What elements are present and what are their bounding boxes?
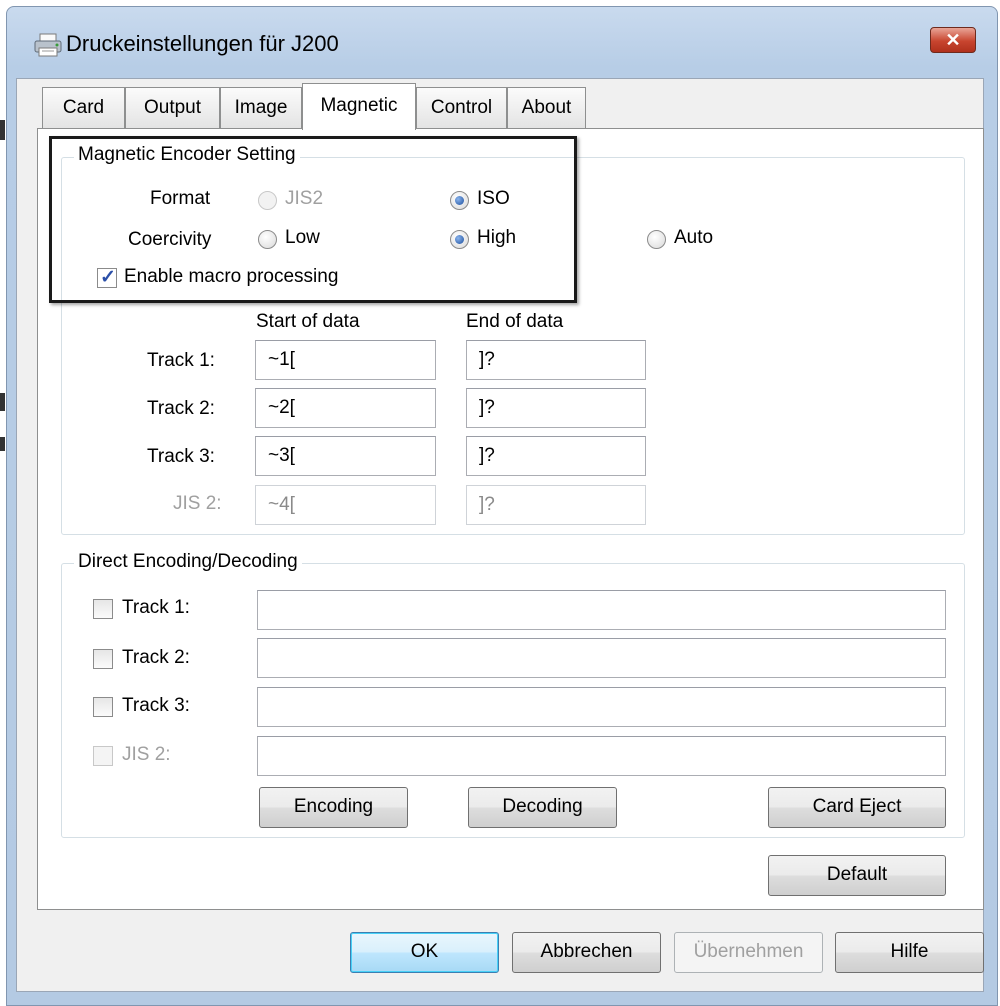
coercivity-auto-radio[interactable] [647, 230, 666, 249]
help-button[interactable]: Hilfe [835, 932, 984, 973]
tab-about[interactable]: About [507, 87, 586, 129]
direct-track2-checkbox[interactable] [93, 649, 113, 669]
direct-jis2-input[interactable] [257, 736, 946, 776]
direct-track1-input[interactable] [257, 590, 946, 630]
apply-button[interactable]: Übernehmen [674, 932, 823, 973]
track1-start-input[interactable]: ~1[ [255, 340, 436, 380]
direct-track1-checkbox[interactable] [93, 599, 113, 619]
direct-encoding-legend: Direct Encoding/Decoding [74, 551, 302, 573]
tab-control[interactable]: Control [416, 87, 507, 129]
track1-label: Track 1: [147, 350, 215, 371]
track2-end-input[interactable]: ]? [466, 388, 646, 428]
track3-label: Track 3: [147, 446, 215, 467]
direct-track3-checkbox[interactable] [93, 697, 113, 717]
jis2-label: JIS 2: [173, 493, 222, 514]
tab-card[interactable]: Card [42, 87, 125, 129]
track2-label: Track 2: [147, 398, 215, 419]
direct-track3-label: Track 3: [122, 695, 190, 716]
card-eject-button[interactable]: Card Eject [768, 787, 946, 828]
jis2-end-input[interactable]: ]? [466, 485, 646, 525]
printer-icon [34, 33, 62, 57]
track3-start-input[interactable]: ~3[ [255, 436, 436, 476]
highlight-frame [49, 136, 577, 303]
tab-output[interactable]: Output [125, 87, 220, 129]
window-title: Druckeinstellungen für J200 [66, 31, 339, 56]
direct-track3-input[interactable] [257, 687, 946, 727]
encoding-button[interactable]: Encoding [259, 787, 408, 828]
decoding-button[interactable]: Decoding [468, 787, 617, 828]
coercivity-auto-label: Auto [674, 227, 714, 248]
default-button[interactable]: Default [768, 855, 946, 896]
direct-jis2-label: JIS 2: [122, 744, 171, 765]
background-edge-mark [0, 120, 5, 140]
tab-image[interactable]: Image [220, 87, 302, 129]
tab-magnetic[interactable]: Magnetic [302, 83, 416, 130]
cancel-button[interactable]: Abbrechen [512, 932, 661, 973]
direct-jis2-checkbox[interactable] [93, 746, 113, 766]
direct-track1-label: Track 1: [122, 597, 190, 618]
jis2-start-input[interactable]: ~4[ [255, 485, 436, 525]
background-edge-mark [0, 437, 5, 451]
close-icon: ✕ [945, 30, 961, 50]
direct-track2-input[interactable] [257, 638, 946, 678]
start-of-data-header: Start of data [256, 311, 360, 332]
track2-start-input[interactable]: ~2[ [255, 388, 436, 428]
end-of-data-header: End of data [466, 311, 564, 332]
close-button[interactable]: ✕ [930, 27, 976, 53]
ok-button[interactable]: OK [350, 932, 499, 973]
direct-track2-label: Track 2: [122, 647, 190, 668]
background-edge-mark [0, 393, 5, 411]
track3-end-input[interactable]: ]? [466, 436, 646, 476]
track1-end-input[interactable]: ]? [466, 340, 646, 380]
